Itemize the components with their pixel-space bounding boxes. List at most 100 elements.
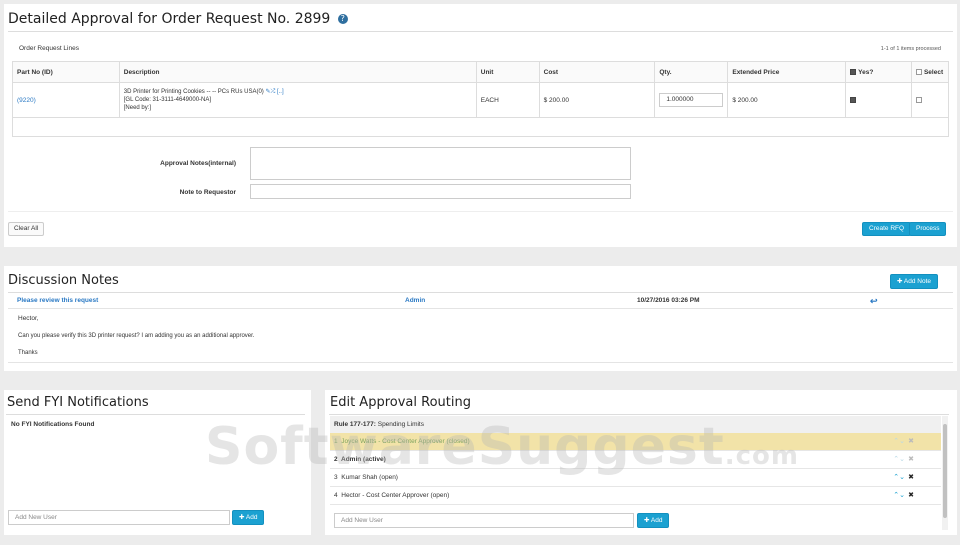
extended-price-cell: $ 200.00 bbox=[727, 82, 847, 118]
title-divider bbox=[8, 31, 953, 32]
note-to-requestor-input[interactable] bbox=[250, 184, 631, 199]
routing-scrollbar-thumb[interactable] bbox=[943, 424, 947, 518]
approval-notes-textarea[interactable] bbox=[250, 147, 631, 180]
note-date: 10/27/2016 03:26 PM bbox=[637, 297, 700, 304]
approval-notes-label: Approval Notes(internal) bbox=[160, 160, 236, 167]
note-author[interactable]: Admin bbox=[405, 293, 425, 309]
select-checkbox[interactable] bbox=[915, 96, 922, 103]
table-header-row: Part No (ID) Description Unit Cost Qty. … bbox=[12, 61, 950, 83]
yes-cell bbox=[845, 82, 912, 118]
order-approval-panel: Detailed Approval for Order Request No. … bbox=[4, 4, 957, 247]
select-cell bbox=[910, 82, 950, 118]
step-number: 4 bbox=[334, 492, 338, 499]
note-body-line-1: Hector, bbox=[18, 315, 39, 322]
note-body-line-2: Can you please verify this 3D printer re… bbox=[18, 333, 255, 339]
select-all-checkbox[interactable] bbox=[915, 68, 922, 75]
page-title-text: Detailed Approval for Order Request No. … bbox=[8, 11, 331, 27]
discussion-title: Discussion Notes bbox=[8, 273, 119, 288]
plus-icon: ✚ bbox=[239, 514, 245, 521]
fyi-add-button[interactable]: ✚ Add bbox=[232, 510, 265, 525]
routing-add-label: Add bbox=[650, 517, 663, 524]
note-header-row: Please review this request Admin 10/27/2… bbox=[8, 293, 953, 309]
move-controls: ⌃⌄ bbox=[893, 433, 905, 451]
form-divider bbox=[8, 211, 953, 212]
move-controls: ⌃⌄ bbox=[893, 469, 905, 487]
yes-checkbox[interactable] bbox=[850, 96, 857, 103]
part-no-link[interactable]: (9220) bbox=[17, 97, 36, 104]
close-icon: ✖ bbox=[908, 438, 914, 445]
routing-scrollbar[interactable] bbox=[942, 416, 948, 530]
col-cost[interactable]: Cost bbox=[538, 61, 656, 83]
create-rfq-button[interactable]: Create RFQ bbox=[862, 222, 912, 236]
discussion-panel: Discussion Notes ✚ Add Note Please revie… bbox=[4, 266, 957, 371]
approver-name: Kumar Shah (open) bbox=[341, 474, 398, 481]
page-title: Detailed Approval for Order Request No. … bbox=[8, 11, 348, 27]
chevron-down-icon[interactable]: ⌄ bbox=[899, 474, 905, 481]
approver-name: Joyce Watts - Cost Center Approver (clos… bbox=[341, 438, 470, 445]
routing-panel: Edit Approval Routing Rule 177-177: Spen… bbox=[325, 390, 957, 535]
col-unit[interactable]: Unit bbox=[475, 61, 540, 83]
step-number: 2 bbox=[334, 456, 338, 463]
item-name: 3D Printer for Printing Cookies -- -- PC… bbox=[123, 89, 264, 95]
routing-row-1[interactable]: 1 Joyce Watts - Cost Center Approver (cl… bbox=[330, 433, 941, 451]
routing-row-2[interactable]: 2 Admin (active) ⌃⌄ ✖ bbox=[330, 451, 941, 469]
yes-all-checkbox[interactable] bbox=[850, 68, 857, 75]
cost-cell: $ 200.00 bbox=[538, 82, 656, 118]
routing-add-user-input[interactable]: Add New User bbox=[334, 513, 634, 528]
chevron-down-icon[interactable]: ⌄ bbox=[899, 456, 905, 463]
col-extended-price[interactable]: Extended Price bbox=[727, 61, 847, 83]
description-line-1: 3D Printer for Printing Cookies -- -- PC… bbox=[124, 88, 472, 96]
close-icon[interactable]: ✖ bbox=[908, 487, 914, 505]
move-controls: ⌃⌄ bbox=[893, 451, 905, 469]
close-icon[interactable]: ✖ bbox=[908, 469, 914, 487]
fyi-panel: Send FYI Notifications No FYI Notificati… bbox=[4, 390, 311, 535]
chevron-down-icon[interactable]: ⌄ bbox=[899, 492, 905, 499]
col-description[interactable]: Description bbox=[118, 61, 477, 83]
col-yes-label: Yes? bbox=[858, 68, 874, 76]
routing-divider bbox=[329, 414, 949, 415]
need-by: [Need by:] bbox=[123, 105, 152, 111]
shuffle-icon[interactable]: ⤮ bbox=[270, 89, 275, 95]
note-subject-link[interactable]: Please review this request bbox=[17, 293, 98, 309]
plus-icon: ✚ bbox=[644, 517, 650, 524]
reply-icon[interactable]: ↩ bbox=[870, 293, 878, 309]
rule-name: Spending Limits bbox=[377, 421, 424, 428]
step-number: 1 bbox=[334, 438, 338, 445]
note-divider bbox=[8, 362, 953, 363]
description-cell: 3D Printer for Printing Cookies -- -- PC… bbox=[118, 82, 477, 118]
table-row: (9220) 3D Printer for Printing Cookies -… bbox=[12, 82, 950, 118]
routing-title: Edit Approval Routing bbox=[330, 395, 471, 410]
qty-cell: 1.000000 bbox=[654, 82, 729, 118]
clear-all-button[interactable]: Clear All bbox=[8, 222, 45, 236]
move-controls: ⌃⌄ bbox=[893, 487, 905, 505]
routing-row-3[interactable]: 3 Kumar Shah (open) ⌃⌄ ✖ bbox=[330, 469, 941, 487]
part-no-cell: (9220) bbox=[12, 82, 120, 118]
fyi-empty-message: No FYI Notifications Found bbox=[11, 421, 95, 428]
fyi-add-user-input[interactable]: Add New User bbox=[8, 510, 230, 525]
note-to-requestor-label: Note to Requestor bbox=[179, 189, 236, 196]
chevron-down-icon[interactable]: ⌄ bbox=[899, 438, 905, 445]
order-lines-table: Part No (ID) Description Unit Cost Qty. … bbox=[12, 61, 950, 137]
table-empty-row bbox=[12, 117, 949, 137]
details-link[interactable]: [..] bbox=[277, 89, 284, 95]
process-button[interactable]: Process bbox=[909, 222, 947, 236]
approver-name: Hector - Cost Center Approver (open) bbox=[341, 492, 450, 499]
unit-cell: EACH bbox=[475, 82, 540, 118]
note-body-line-3: Thanks bbox=[18, 350, 38, 356]
help-circle-icon[interactable]: ? bbox=[337, 14, 348, 24]
gl-code: [GL Code: 31-3111-4649000-NA] bbox=[123, 97, 212, 103]
col-select[interactable]: Select bbox=[910, 61, 950, 83]
routing-row-4[interactable]: 4 Hector - Cost Center Approver (open) ⌃… bbox=[330, 487, 941, 505]
plus-icon: ✚ bbox=[897, 278, 903, 285]
fyi-add-label: Add bbox=[245, 514, 258, 521]
items-processed-count: 1-1 of 1 items processed bbox=[880, 46, 941, 52]
order-lines-label: Order Request Lines bbox=[19, 45, 79, 52]
col-qty[interactable]: Qty. bbox=[654, 61, 729, 83]
rule-id: Rule 177-177: bbox=[334, 421, 376, 428]
qty-input[interactable]: 1.000000 bbox=[659, 93, 724, 107]
add-note-button[interactable]: ✚ Add Note bbox=[890, 274, 939, 289]
col-yes[interactable]: Yes? bbox=[845, 61, 912, 83]
col-part-no[interactable]: Part No (ID) bbox=[12, 61, 120, 83]
fyi-divider bbox=[6, 414, 305, 415]
routing-add-button[interactable]: ✚ Add bbox=[637, 513, 670, 528]
